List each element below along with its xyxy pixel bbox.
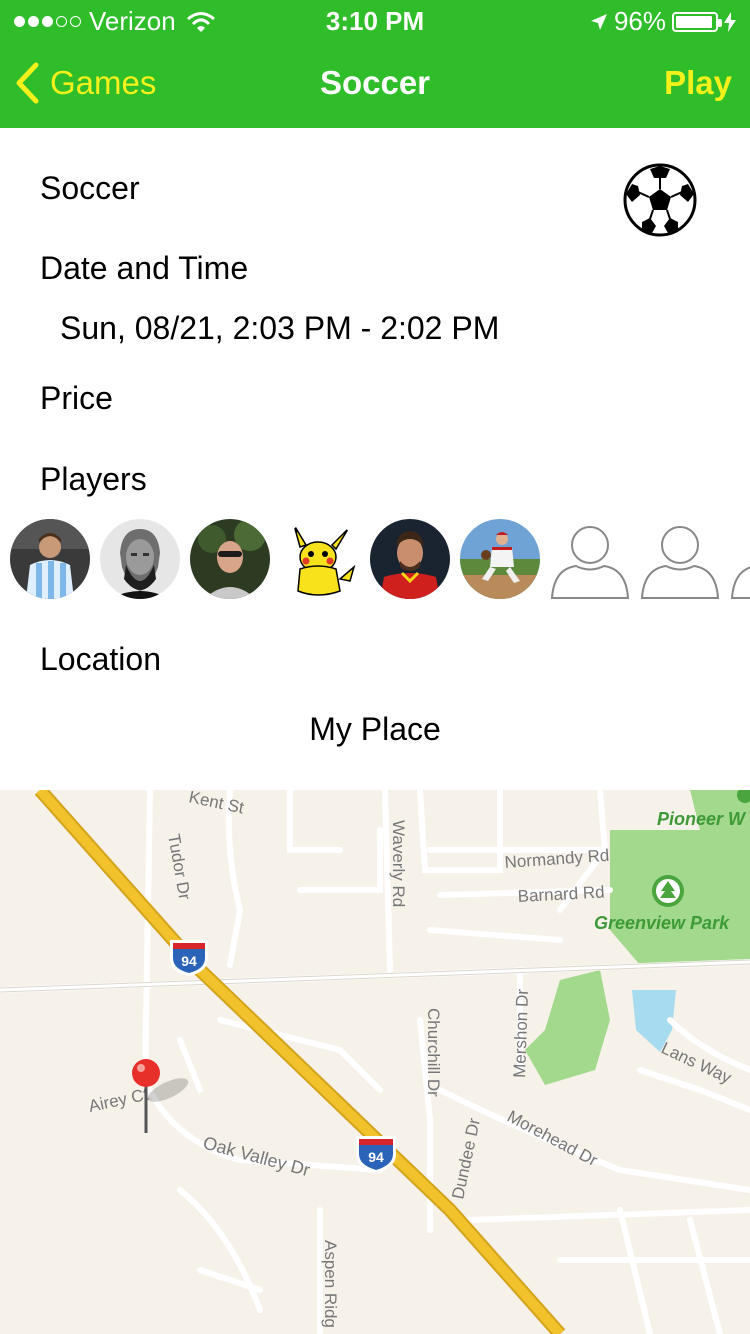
battery-percent: 96% bbox=[613, 6, 666, 36]
status-right: 96% bbox=[590, 6, 736, 37]
players-label: Players bbox=[40, 461, 147, 497]
location-label: Location bbox=[40, 641, 161, 677]
date-time-value[interactable]: Sun, 08/21, 2:03 PM - 2:02 PM bbox=[60, 310, 499, 347]
page-title: Soccer bbox=[319, 64, 431, 101]
street-label: Churchill Dr bbox=[424, 1008, 443, 1097]
player-avatar[interactable] bbox=[370, 519, 450, 599]
location-arrow-icon bbox=[590, 13, 607, 30]
highway-shield-number: 94 bbox=[368, 1149, 384, 1165]
player-avatar[interactable] bbox=[460, 519, 540, 599]
player-avatar[interactable] bbox=[190, 519, 270, 599]
player-avatar[interactable] bbox=[10, 519, 90, 599]
location-value[interactable]: My Place bbox=[0, 711, 750, 748]
status-bar: Verizon 3:10 PM 96% bbox=[0, 0, 750, 40]
price-label: Price bbox=[40, 380, 113, 416]
app-header: Verizon 3:10 PM 96% Games Soccer Play bbox=[0, 0, 750, 128]
navigation-bar: Games Soccer Play bbox=[0, 40, 750, 128]
street-label: Aspen Ridg bbox=[321, 1240, 340, 1328]
player-avatar[interactable] bbox=[100, 519, 180, 599]
battery-icon bbox=[672, 11, 722, 32]
park-icon bbox=[652, 875, 684, 907]
players-list bbox=[10, 519, 750, 599]
street-label: Mershon Dr bbox=[510, 988, 532, 1078]
play-button[interactable]: Play bbox=[664, 64, 732, 102]
location-map[interactable]: 94 94 Kent St Tudor Dr Waverly Rd Norman… bbox=[0, 790, 750, 1334]
street-label: Waverly Rd bbox=[389, 820, 408, 907]
charging-bolt-icon bbox=[724, 11, 736, 32]
game-name: Soccer bbox=[40, 170, 140, 206]
soccer-ball-icon bbox=[623, 163, 697, 237]
player-avatar[interactable] bbox=[280, 519, 360, 599]
empty-player-slot-icon[interactable] bbox=[640, 519, 720, 599]
park-label: Greenview Park bbox=[594, 913, 730, 933]
date-time-label: Date and Time bbox=[40, 250, 249, 286]
highway-shield-number: 94 bbox=[181, 953, 197, 969]
park-label: Pioneer W bbox=[657, 809, 747, 829]
empty-player-slot-icon[interactable] bbox=[550, 519, 630, 599]
empty-player-slot-icon[interactable] bbox=[730, 519, 750, 599]
